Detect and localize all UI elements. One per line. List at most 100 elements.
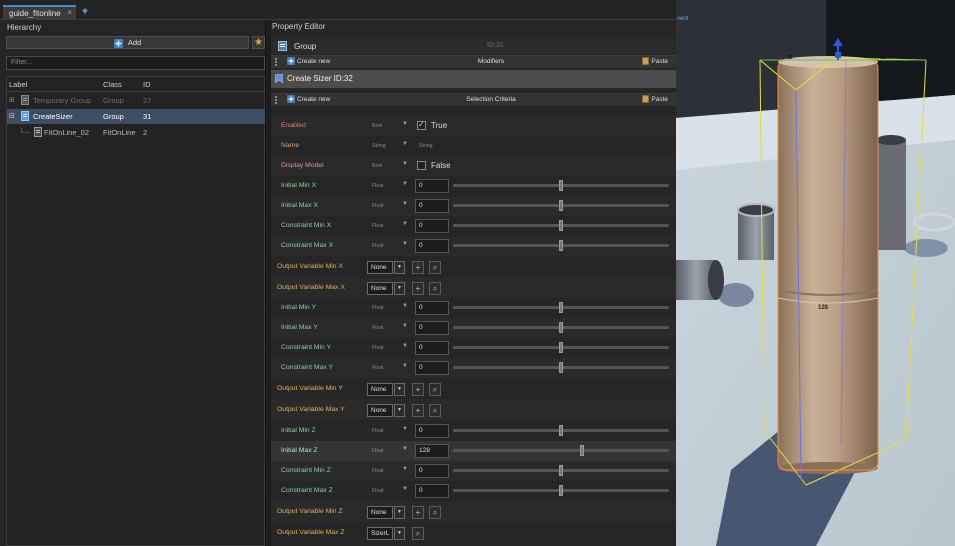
slider-handle[interactable] [559, 302, 563, 313]
search-icon[interactable]: ⌕ [429, 383, 441, 396]
slider-handle[interactable] [559, 425, 563, 436]
create-sizer-header[interactable]: Create Sizer ID:32 [271, 70, 676, 88]
float-value-input[interactable]: 0 [415, 239, 449, 253]
float-value-input[interactable]: 0 [415, 341, 449, 355]
property-type: Float [372, 325, 384, 331]
slider-handle[interactable] [559, 180, 563, 191]
type-dropdown-icon[interactable]: ▼ [402, 323, 408, 329]
property-row-output-max-z: Output Variable Max Z SizerL ▼ ⌕ [271, 522, 676, 544]
type-dropdown-icon[interactable]: ▼ [402, 221, 408, 227]
dropdown-arrow-icon[interactable]: ▼ [394, 383, 405, 396]
search-icon[interactable]: ⌕ [429, 404, 441, 417]
name-value-field[interactable]: String [419, 143, 433, 149]
property-label: Initial Max Y [281, 324, 318, 331]
paste-button[interactable]: Paste [642, 56, 668, 68]
slider-handle[interactable] [559, 240, 563, 251]
output-variable-select[interactable]: SizerL [367, 527, 393, 540]
type-dropdown-icon[interactable]: ▼ [402, 201, 408, 207]
add-variable-icon[interactable]: + [412, 282, 424, 295]
add-button[interactable]: Add [6, 36, 249, 49]
type-dropdown-icon[interactable]: ▼ [402, 466, 408, 472]
output-variable-select[interactable]: None [367, 506, 393, 519]
dropdown-arrow-icon[interactable]: ▼ [394, 506, 405, 519]
favorites-star-icon[interactable]: ★ [252, 36, 265, 49]
collapse-icon[interactable]: ⊟ [9, 109, 15, 124]
property-label: Output Variable Min Y [277, 385, 343, 392]
type-dropdown-icon[interactable]: ▼ [402, 486, 408, 492]
dropdown-arrow-icon[interactable]: ▼ [394, 404, 405, 417]
create-new-criteria-button[interactable]: Create new [287, 94, 330, 106]
pin-icon[interactable] [81, 8, 89, 16]
slider-handle[interactable] [559, 200, 563, 211]
output-variable-select[interactable]: None [367, 282, 393, 295]
column-header-id[interactable]: ID [143, 80, 151, 89]
type-dropdown-icon[interactable]: ▼ [402, 446, 408, 452]
search-icon[interactable]: ⌕ [412, 527, 424, 540]
3d-viewport[interactable]: 32 32 128 [676, 0, 955, 546]
slider-handle[interactable] [559, 220, 563, 231]
search-icon[interactable]: ⌕ [429, 282, 441, 295]
add-variable-icon[interactable]: + [412, 383, 424, 396]
add-variable-icon[interactable]: + [412, 506, 424, 519]
enabled-checkbox[interactable]: ✓ [417, 120, 426, 130]
float-value-input[interactable]: 0 [415, 219, 449, 233]
expand-icon[interactable]: ⊞ [9, 93, 15, 108]
document-tab[interactable]: guide_fitonline × [3, 5, 76, 20]
type-dropdown-icon[interactable]: ▼ [402, 141, 408, 147]
slider-handle[interactable] [559, 485, 563, 496]
search-icon[interactable]: ⌕ [429, 506, 441, 519]
type-dropdown-icon[interactable]: ▼ [402, 363, 408, 369]
value-slider[interactable] [453, 449, 669, 452]
drag-grip-icon[interactable] [275, 96, 277, 104]
property-type: Bool [372, 123, 383, 129]
paste-button[interactable]: Paste [642, 94, 668, 106]
tree-row-fitonline[interactable]: └─ FitOnLine_02 FitOnLine 2 [7, 125, 265, 140]
add-variable-icon[interactable]: + [412, 261, 424, 274]
output-variable-select[interactable]: None [367, 261, 393, 274]
tree-row-createsizer[interactable]: ⊟ CreateSizer Group 31 [7, 109, 265, 124]
tree-row-temporary-group[interactable]: ⊞ Temporary Group Group 27 [7, 93, 265, 108]
float-value-input[interactable]: 0 [415, 424, 449, 438]
output-variable-select[interactable]: None [367, 404, 393, 417]
group-header [271, 38, 676, 54]
drag-grip-icon[interactable] [275, 58, 277, 66]
property-label: Output Variable Min Z [277, 508, 343, 515]
slider-handle[interactable] [580, 445, 584, 456]
slider-handle[interactable] [559, 342, 563, 353]
search-icon[interactable]: ⌕ [429, 261, 441, 274]
column-header-label[interactable]: Label [9, 80, 27, 89]
float-value-input[interactable]: 0 [415, 179, 449, 193]
create-new-modifier-button[interactable]: Create new [287, 56, 330, 68]
type-dropdown-icon[interactable]: ▼ [402, 343, 408, 349]
float-value-input[interactable]: 0 [415, 361, 449, 375]
display-model-checkbox[interactable] [417, 161, 426, 170]
output-variable-select[interactable]: None [367, 383, 393, 396]
tree-row-id: 2 [143, 128, 148, 137]
float-value-input[interactable]: 128 [415, 444, 449, 458]
property-label: Output Variable Max X [277, 284, 345, 291]
float-value-input[interactable]: 0 [415, 321, 449, 335]
type-dropdown-icon[interactable]: ▼ [402, 303, 408, 309]
dropdown-arrow-icon[interactable]: ▼ [394, 282, 405, 295]
close-tab-icon[interactable]: × [67, 8, 72, 17]
float-value-input[interactable]: 0 [415, 464, 449, 478]
hierarchy-filter-input[interactable]: Filter... [6, 56, 265, 70]
column-header-class[interactable]: Class [103, 80, 122, 89]
float-value-input[interactable]: 0 [415, 301, 449, 315]
dropdown-arrow-icon[interactable]: ▼ [394, 527, 405, 540]
create-new-label: Create new [297, 96, 331, 103]
dropdown-arrow-icon[interactable]: ▼ [394, 261, 405, 274]
property-label: Name [281, 142, 300, 149]
property-row-name: Name String ▼ String [271, 136, 676, 156]
slider-handle[interactable] [559, 465, 563, 476]
float-value-input[interactable]: 0 [415, 484, 449, 498]
add-variable-icon[interactable]: + [412, 404, 424, 417]
type-dropdown-icon[interactable]: ▼ [402, 426, 408, 432]
float-value-input[interactable]: 0 [415, 199, 449, 213]
slider-handle[interactable] [559, 362, 563, 373]
type-dropdown-icon[interactable]: ▼ [402, 181, 408, 187]
slider-handle[interactable] [559, 322, 563, 333]
type-dropdown-icon[interactable]: ▼ [402, 241, 408, 247]
type-dropdown-icon[interactable]: ▼ [402, 161, 408, 167]
type-dropdown-icon[interactable]: ▼ [402, 121, 408, 127]
